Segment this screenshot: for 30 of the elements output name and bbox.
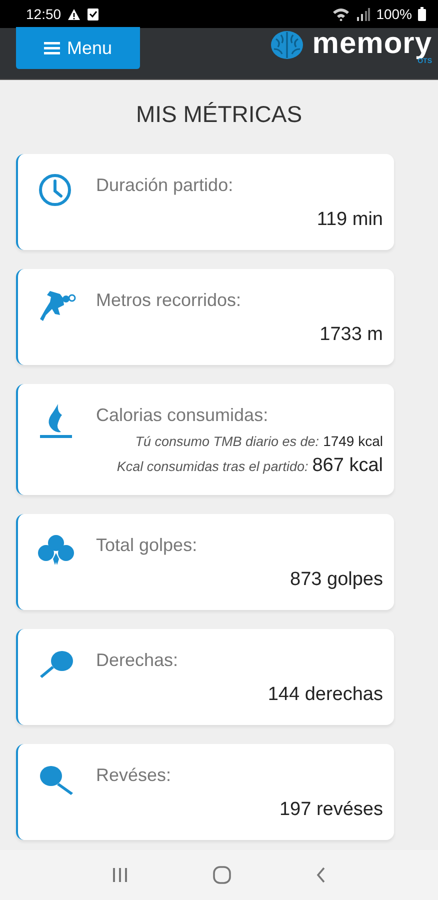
menu-button[interactable]: Menu (16, 27, 140, 69)
menu-icon (44, 41, 60, 55)
metric-label: Derechas: (96, 649, 180, 672)
detail-value: 867 kcal (312, 455, 383, 477)
metric-value: 873 golpes (289, 568, 383, 592)
warning-icon (67, 8, 82, 20)
logo-text: memory (312, 30, 432, 58)
metric-label: Revéses: (96, 764, 172, 787)
metric-value: 197 revéses (278, 798, 383, 822)
battery-percentage: 100% (376, 6, 412, 22)
metric-label: Calorias consumidas: (96, 404, 270, 427)
back-icon[interactable] (316, 867, 326, 883)
home-icon[interactable] (212, 866, 231, 884)
metric-label: Total golpes: (96, 534, 198, 557)
runner-icon (38, 288, 76, 324)
signal-icon (356, 8, 370, 20)
battery-icon (418, 7, 426, 21)
page-title: MIS MÉTRICAS (134, 100, 304, 128)
clock-time: 12:50 (26, 6, 62, 22)
metric-value: 119 min (316, 208, 383, 232)
detail-value: 1749 kcal (323, 433, 383, 449)
metric-value: 144 derechas (266, 683, 383, 707)
wifi-icon (332, 7, 350, 21)
metric-value: 1733 m (318, 323, 383, 347)
brain-icon (270, 30, 304, 60)
metric-label: Metros recorridos: (96, 289, 242, 312)
recent-apps-icon[interactable] (112, 867, 128, 883)
detail-label: Tú consumo TMB diario es de: (135, 434, 320, 449)
detail-label: Kcal consumidas tras el partido: (116, 459, 308, 474)
metric-label: Duración partido: (96, 174, 234, 197)
